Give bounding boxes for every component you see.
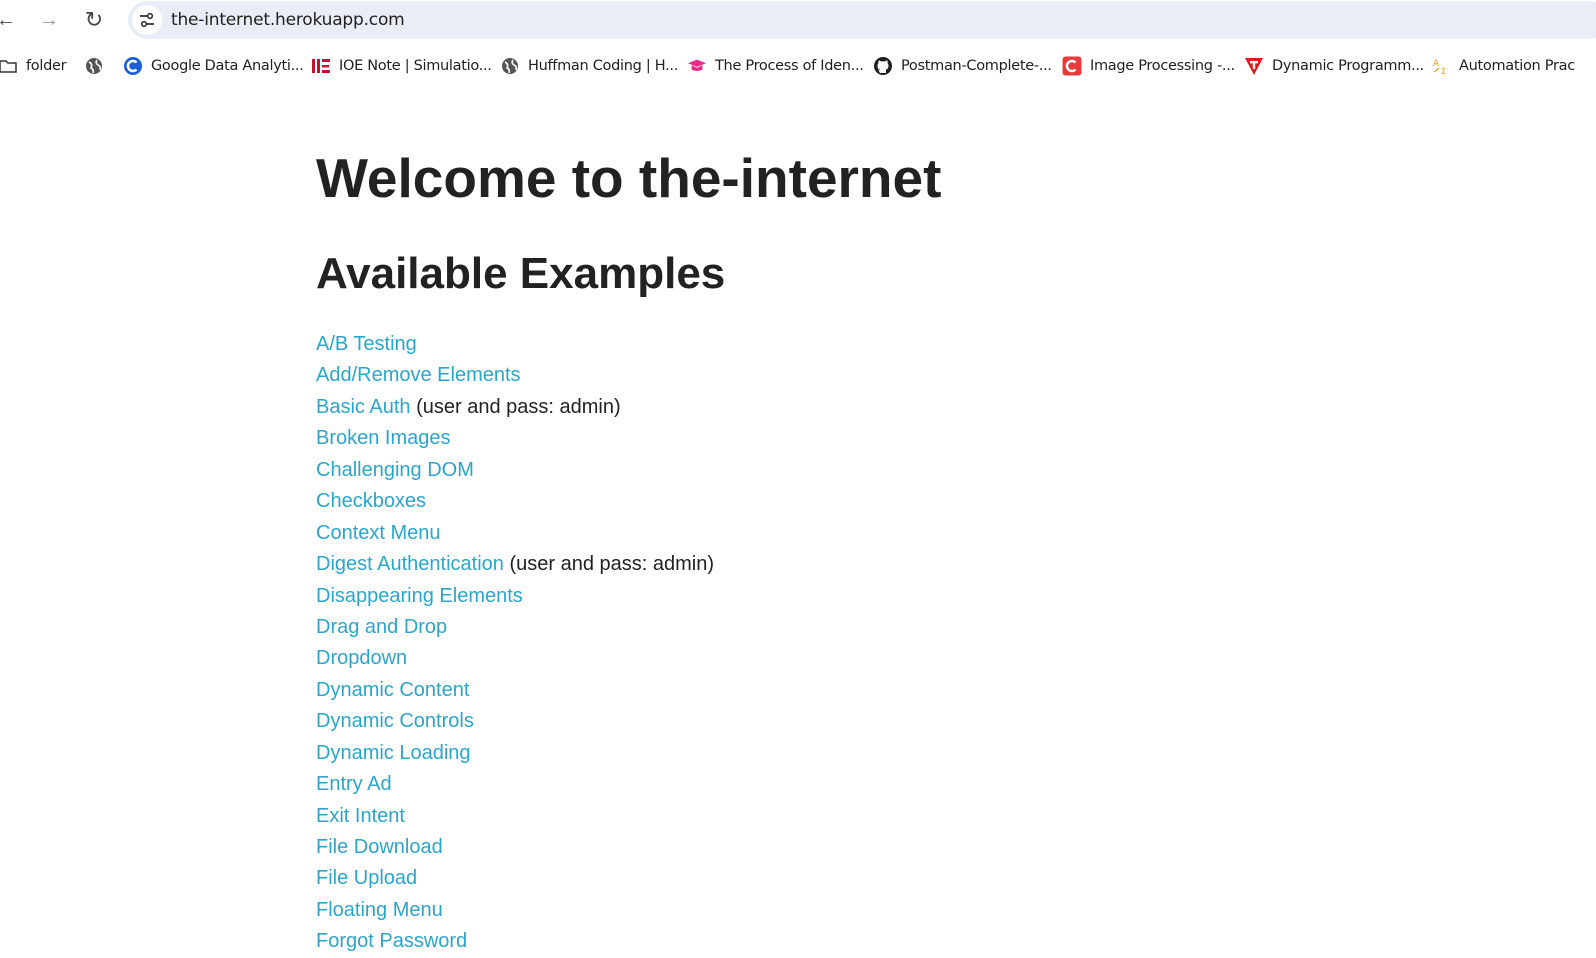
reload-button[interactable]: ↻	[80, 6, 108, 34]
example-link[interactable]: Add/Remove Elements	[316, 364, 521, 386]
example-note: (user and pass: admin)	[410, 395, 621, 418]
t-logo-icon	[1244, 56, 1264, 76]
github-icon	[873, 56, 893, 76]
bookmark-huffman-coding[interactable]: Huffman Coding | H...	[500, 55, 678, 77]
example-link[interactable]: Dynamic Controls	[316, 710, 474, 732]
example-link[interactable]: Entry Ad	[316, 773, 392, 795]
example-link[interactable]: Drag and Drop	[316, 616, 447, 638]
list-item: Forgot Password	[316, 926, 714, 957]
list-item: Digest Authentication (user and pass: ad…	[316, 549, 714, 580]
list-item: Broken Images	[316, 423, 714, 454]
example-link[interactable]: Forgot Password	[316, 930, 467, 952]
site-info-button[interactable]	[132, 5, 162, 35]
page-title: Welcome to the-internet	[316, 147, 942, 209]
c-red-logo-icon	[1062, 56, 1082, 76]
bookmark-dynamic-programming[interactable]: Dynamic Programm...	[1244, 55, 1424, 77]
bookmark-label: folder	[26, 58, 67, 74]
bookmark-folder[interactable]: folder	[0, 55, 67, 77]
example-note: (user and pass: admin)	[503, 553, 715, 576]
example-link[interactable]: File Upload	[316, 867, 417, 889]
back-button[interactable]: ←	[0, 6, 20, 34]
list-item: Floating Menu	[316, 895, 714, 926]
translate-icon: AΣ	[1431, 56, 1451, 76]
example-link[interactable]: Context Menu	[316, 522, 441, 544]
bookmark-label: Huffman Coding | H...	[528, 58, 679, 74]
bookmark-globe[interactable]	[84, 55, 112, 77]
example-link[interactable]: Basic Auth	[316, 396, 411, 418]
bookmark-process-of-identification[interactable]: The Process of Iden...	[687, 55, 864, 77]
list-item: File Download	[316, 832, 714, 863]
svg-text:A: A	[1433, 59, 1440, 69]
bookmark-label: Postman-Complete-...	[901, 58, 1052, 74]
example-link[interactable]: Dynamic Loading	[316, 742, 471, 764]
forward-button[interactable]: →	[35, 6, 63, 34]
c-logo-icon	[123, 56, 143, 76]
browser-toolbar: ← → ↻ the-internet.herokuapp.com	[0, 0, 1596, 42]
list-item: Dynamic Content	[316, 675, 714, 706]
reload-icon: ↻	[84, 7, 104, 32]
list-item: Entry Ad	[316, 769, 714, 800]
list-item: A/B Testing	[316, 329, 714, 360]
list-item: Challenging DOM	[316, 455, 714, 486]
example-link[interactable]: Dropdown	[316, 647, 407, 669]
example-link[interactable]: Digest Authentication	[316, 553, 504, 575]
bookmark-ioe-note[interactable]: IOE Note | Simulatio...	[311, 55, 492, 77]
example-link[interactable]: Floating Menu	[316, 899, 443, 921]
globe-icon	[500, 56, 520, 76]
bookmark-label: Image Processing -...	[1090, 58, 1235, 74]
back-arrow-icon: ←	[0, 9, 16, 31]
list-item: Checkboxes	[316, 486, 714, 517]
tune-icon	[140, 12, 154, 28]
list-item: Add/Remove Elements	[316, 360, 714, 391]
list-item: Drag and Drop	[316, 612, 714, 643]
example-link[interactable]: Broken Images	[316, 427, 451, 449]
forward-arrow-icon: →	[39, 9, 59, 31]
graduation-cap-icon	[687, 56, 707, 76]
list-item: Exit Intent	[316, 801, 714, 832]
bookmark-automation-practice[interactable]: AΣ Automation Prac	[1431, 55, 1575, 77]
example-link[interactable]: Checkboxes	[316, 490, 426, 512]
list-item: Dynamic Loading	[316, 738, 714, 769]
example-link[interactable]: Disappearing Elements	[316, 585, 523, 607]
bookmark-postman-complete[interactable]: Postman-Complete-...	[873, 55, 1052, 77]
list-item: Context Menu	[316, 518, 714, 549]
example-link[interactable]: File Download	[316, 836, 443, 858]
svg-text:Σ: Σ	[1441, 67, 1446, 76]
address-bar[interactable]: the-internet.herokuapp.com	[128, 1, 1596, 39]
bookmark-google-data-analytics[interactable]: Google Data Analyti...	[123, 55, 304, 77]
list-item: Basic Auth (user and pass: admin)	[316, 392, 714, 423]
example-link[interactable]: Exit Intent	[316, 805, 405, 827]
folder-icon	[0, 56, 18, 76]
bookmark-label: IOE Note | Simulatio...	[339, 58, 492, 74]
url-text[interactable]: the-internet.herokuapp.com	[171, 10, 405, 30]
list-item: Dynamic Controls	[316, 706, 714, 737]
bookmark-label: Automation Prac	[1459, 58, 1575, 74]
page-subtitle: Available Examples	[316, 249, 726, 298]
list-item: Dropdown	[316, 643, 714, 674]
list-item: File Upload	[316, 863, 714, 894]
list-item: Disappearing Elements	[316, 581, 714, 612]
example-link[interactable]: A/B Testing	[316, 333, 417, 355]
bookmark-label: Google Data Analyti...	[151, 58, 304, 74]
globe-icon	[84, 56, 104, 76]
examples-list: A/B Testing Add/Remove Elements Basic Auth…	[316, 329, 714, 958]
ioe-logo-icon	[311, 56, 331, 76]
bookmark-label: The Process of Iden...	[715, 58, 864, 74]
bookmark-label: Dynamic Programm...	[1272, 58, 1424, 74]
bookmark-image-processing[interactable]: Image Processing -...	[1062, 55, 1235, 77]
bookmarks-bar: folder Google Data Analyti... IOE Note |…	[0, 44, 1596, 86]
example-link[interactable]: Challenging DOM	[316, 459, 474, 481]
example-link[interactable]: Dynamic Content	[316, 679, 469, 701]
